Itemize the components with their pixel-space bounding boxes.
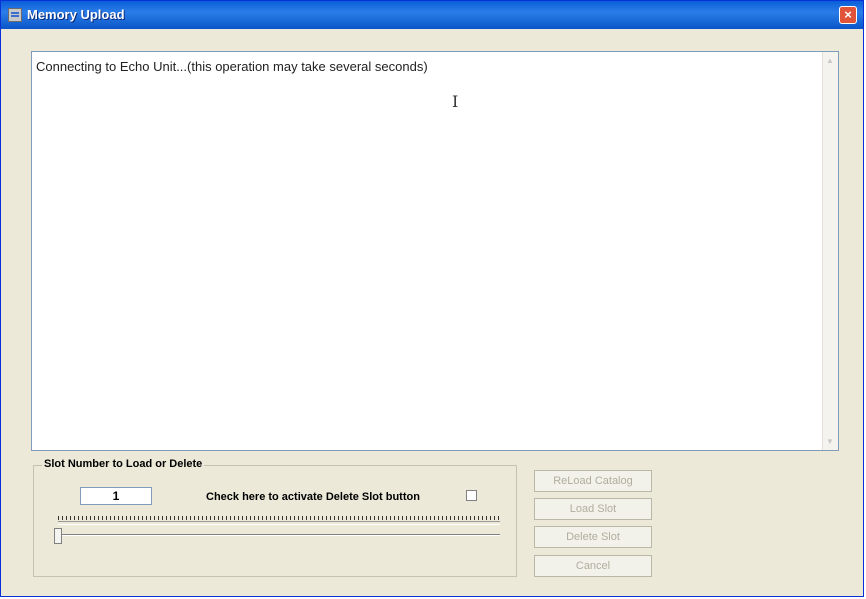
- vertical-scrollbar[interactable]: ▲ ▼: [822, 52, 838, 450]
- slot-slider-thumb[interactable]: [54, 528, 62, 544]
- scroll-down-icon[interactable]: ▼: [826, 437, 834, 446]
- app-icon: [8, 8, 22, 22]
- title-bar[interactable]: Memory Upload ×: [1, 1, 863, 29]
- slot-slider-line: [58, 534, 500, 536]
- slot-number-input[interactable]: 1: [80, 487, 152, 505]
- window-title: Memory Upload: [27, 7, 125, 22]
- cancel-button[interactable]: Cancel: [534, 555, 652, 577]
- reload-catalog-button[interactable]: ReLoad Catalog: [534, 470, 652, 492]
- text-cursor-icon: I: [452, 92, 459, 111]
- delete-slot-button[interactable]: Delete Slot: [534, 526, 652, 548]
- slot-group-box: Slot Number to Load or Delete 1 Check he…: [33, 458, 517, 577]
- scroll-up-icon[interactable]: ▲: [826, 56, 834, 65]
- load-slot-button[interactable]: Load Slot: [534, 498, 652, 520]
- slot-group-legend: Slot Number to Load or Delete: [42, 458, 205, 470]
- delete-activate-label: Check here to activate Delete Slot butto…: [206, 491, 420, 503]
- delete-activate-checkbox[interactable]: [466, 490, 477, 501]
- close-button[interactable]: ×: [839, 6, 857, 24]
- slider-ticks: [58, 516, 500, 520]
- slot-slider-track[interactable]: [58, 521, 500, 525]
- memory-upload-window: Memory Upload × Connecting to Echo Unit.…: [0, 0, 864, 597]
- log-textarea[interactable]: Connecting to Echo Unit...(this operatio…: [31, 51, 839, 451]
- log-text: Connecting to Echo Unit...(this operatio…: [36, 59, 428, 74]
